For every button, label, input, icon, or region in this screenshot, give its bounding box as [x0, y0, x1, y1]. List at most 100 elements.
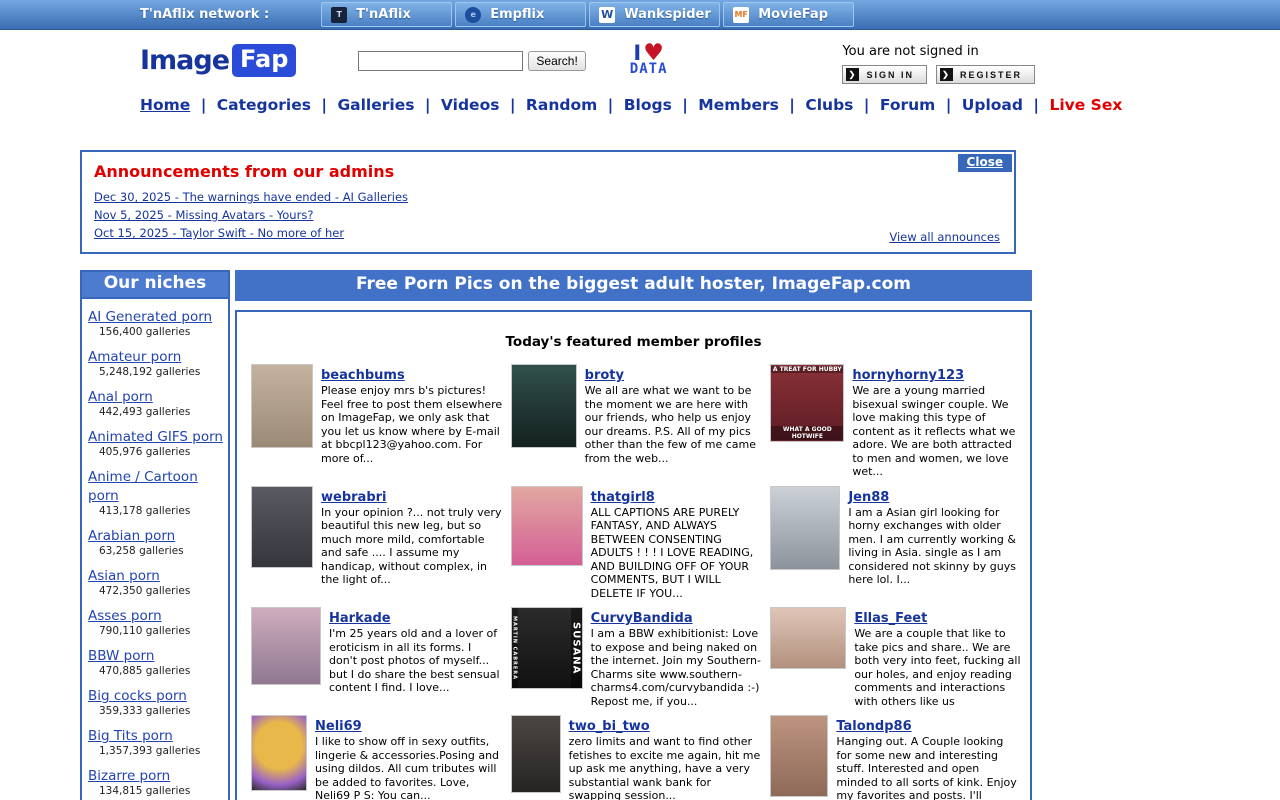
profile-description: ALL CAPTIONS ARE PURELY FANTASY, AND ALW…	[591, 506, 763, 601]
profile-thumbnail[interactable]	[770, 486, 840, 570]
niche-gallery-count: 413,178 galleries	[88, 505, 224, 517]
page-title: Free Porn Pics on the biggest adult host…	[235, 270, 1032, 301]
niche-link[interactable]: Asian porn	[88, 568, 160, 584]
profile-thumbnail[interactable]: SUSANAMARTIN CABRERA	[511, 607, 583, 689]
network-site-tnaflix[interactable]: TT'nAflix	[321, 2, 452, 27]
nav-separator: |	[316, 96, 332, 114]
network-site-label: Empflix	[490, 7, 544, 22]
niche-link[interactable]: Anime / Cartoon porn	[88, 469, 198, 504]
profile-username-link[interactable]: hornyhorny123	[852, 368, 964, 383]
nav-separator: |	[677, 96, 693, 114]
network-site-moviefap[interactable]: MFMovieFap	[723, 2, 854, 27]
nav-live-sex[interactable]: Live Sex	[1049, 96, 1122, 114]
network-site-empflix[interactable]: eEmpflix	[455, 2, 586, 27]
nav-videos[interactable]: Videos	[441, 96, 500, 114]
network-label: T'nAflix network :	[140, 7, 269, 22]
account-area: You are not signed in ❯ SIGN IN ❯ REGIST…	[842, 44, 1035, 84]
niche-link[interactable]: Arabian porn	[88, 528, 175, 544]
announcement-links: Dec 30, 2025 - The warnings have ended -…	[94, 190, 1002, 240]
nav-members[interactable]: Members	[698, 96, 779, 114]
niche-link[interactable]: BBW porn	[88, 648, 154, 664]
profile-thumbnail[interactable]: A TREAT FOR HUBBYWHAT A GOOD HOTWIFE	[770, 364, 844, 442]
profile-description: Please enjoy mrs b's pictures! Feel free…	[321, 384, 503, 465]
niche-link[interactable]: Big cocks porn	[88, 688, 187, 704]
profile-card: A TREAT FOR HUBBYWHAT A GOOD HOTWIFE horn…	[770, 364, 1022, 479]
profile-username-link[interactable]: thatgirl8	[591, 490, 655, 505]
profile-description: I'm 25 years old and a lover of eroticis…	[329, 627, 503, 695]
profile-username-link[interactable]: CurvyBandida	[591, 611, 693, 626]
view-all-announces-link[interactable]: View all announces	[889, 230, 1000, 244]
profile-thumbnail[interactable]	[251, 607, 321, 685]
profile-username-link[interactable]: Harkade	[329, 611, 391, 626]
niche-link[interactable]: AI Generated porn	[88, 309, 212, 325]
tnaflix-icon: T	[331, 7, 347, 23]
niche-gallery-count: 442,493 galleries	[88, 406, 224, 418]
niche-link[interactable]: Amateur porn	[88, 349, 181, 365]
niche-item: Asian porn472,350 galleries	[88, 565, 224, 597]
search-bar: Search!	[358, 51, 585, 71]
ilovedata-i: I	[633, 45, 641, 63]
niche-link[interactable]: Anal porn	[88, 389, 153, 405]
nav-categories[interactable]: Categories	[217, 96, 311, 114]
nav-blogs[interactable]: Blogs	[624, 96, 672, 114]
profile-thumbnail[interactable]	[511, 486, 583, 566]
announcements-box: Close Announcements from our admins Dec …	[80, 150, 1016, 254]
nav-upload[interactable]: Upload	[962, 96, 1023, 114]
niche-item: Asses porn790,110 galleries	[88, 605, 224, 637]
profile-username-link[interactable]: broty	[585, 368, 624, 383]
profile-thumbnail[interactable]	[770, 607, 846, 669]
niche-gallery-count: 63,258 galleries	[88, 545, 224, 557]
niche-link[interactable]: Big Tits porn	[88, 728, 173, 744]
profile-card: Neli69I like to show off in sexy outfits…	[251, 715, 503, 800]
thumb-side-caption: MARTIN CABRERA	[512, 608, 518, 688]
i-love-data-logo[interactable]: I ♥ DATA	[630, 44, 668, 75]
profile-thumbnail[interactable]	[251, 486, 313, 568]
search-button[interactable]: Search!	[528, 51, 585, 71]
nav-separator: |	[1028, 96, 1044, 114]
profile-thumbnail[interactable]	[511, 715, 561, 793]
niche-link[interactable]: Bizarre porn	[88, 768, 170, 784]
register-label: REGISTER	[960, 70, 1022, 80]
profile-username-link[interactable]: Neli69	[315, 719, 362, 734]
profile-username-link[interactable]: webrabri	[321, 490, 387, 505]
nav-separator: |	[195, 96, 211, 114]
profile-thumbnail[interactable]	[770, 715, 828, 797]
profile-info: Talondp86Hanging out. A Couple looking f…	[836, 715, 1022, 800]
nav-random[interactable]: Random	[526, 96, 597, 114]
search-input[interactable]	[358, 51, 523, 71]
profile-username-link[interactable]: beachbums	[321, 368, 405, 383]
arrow-icon: ❯	[940, 68, 953, 81]
profile-info: webrabriIn your opinion ?... not truly v…	[321, 486, 503, 601]
niche-link[interactable]: Animated GIFS porn	[88, 429, 223, 445]
sign-in-button[interactable]: ❯ SIGN IN	[842, 65, 927, 84]
announcement-link[interactable]: Nov 5, 2025 - Missing Avatars - Yours?	[94, 208, 313, 222]
profile-info: brotyWe all are what we want to be the m…	[585, 364, 763, 479]
register-button[interactable]: ❯ REGISTER	[936, 65, 1035, 84]
profile-thumbnail[interactable]	[251, 715, 307, 791]
profile-thumbnail[interactable]	[251, 364, 313, 448]
profile-info: beachbumsPlease enjoy mrs b's pictures! …	[321, 364, 503, 479]
nav-galleries[interactable]: Galleries	[337, 96, 414, 114]
profile-username-link[interactable]: Ellas_Feet	[854, 611, 927, 626]
profile-card: beachbumsPlease enjoy mrs b's pictures! …	[251, 364, 503, 479]
profile-thumbnail[interactable]	[511, 364, 577, 448]
niche-link[interactable]: Asses porn	[88, 608, 162, 624]
nav-clubs[interactable]: Clubs	[805, 96, 853, 114]
announcement-link[interactable]: Oct 15, 2025 - Taylor Swift - No more of…	[94, 226, 344, 240]
niche-gallery-count: 134,815 galleries	[88, 785, 224, 797]
profile-card: thatgirl8ALL CAPTIONS ARE PURELY FANTASY…	[511, 486, 763, 601]
nav-forum[interactable]: Forum	[880, 96, 935, 114]
profile-username-link[interactable]: Jen88	[848, 490, 889, 505]
profile-username-link[interactable]: two_bi_two	[569, 719, 650, 734]
nav-home[interactable]: Home	[140, 96, 190, 114]
announcement-link[interactable]: Dec 30, 2025 - The warnings have ended -…	[94, 190, 408, 204]
network-topbar: T'nAflix network : TT'nAflixeEmpflixWWan…	[0, 0, 1280, 30]
profile-username-link[interactable]: Talondp86	[836, 719, 911, 734]
imagefap-logo[interactable]: Image Fap	[140, 44, 296, 77]
niche-item: Amateur porn5,248,192 galleries	[88, 346, 224, 378]
announcements-title: Announcements from our admins	[94, 162, 1002, 181]
sign-in-label: SIGN IN	[866, 70, 914, 80]
close-button[interactable]: Close	[958, 154, 1012, 172]
network-site-wankspider[interactable]: WWankspider	[589, 2, 720, 27]
nav-separator: |	[602, 96, 618, 114]
